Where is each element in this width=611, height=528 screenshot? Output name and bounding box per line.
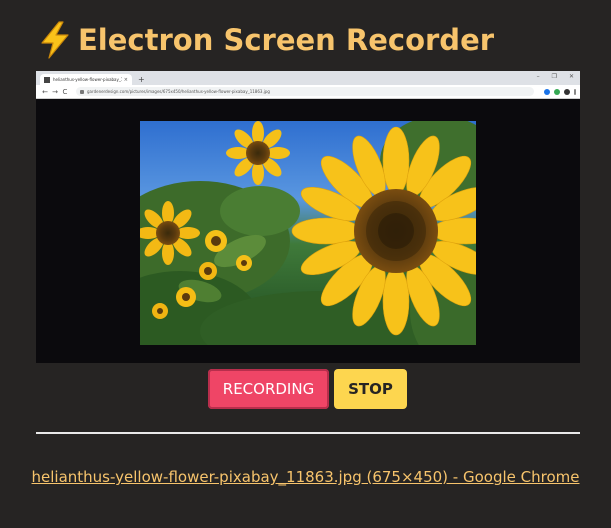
lightning-bolt-icon bbox=[41, 21, 69, 59]
lock-icon bbox=[80, 89, 84, 94]
extension-icon[interactable] bbox=[544, 88, 550, 95]
forward-icon[interactable]: → bbox=[50, 88, 60, 96]
profile-avatar-icon[interactable] bbox=[564, 88, 570, 95]
stop-button[interactable]: STOP bbox=[334, 369, 407, 409]
address-url: gardenerdesign.com/pictures/images/675x4… bbox=[87, 89, 270, 94]
menu-icon[interactable] bbox=[574, 88, 576, 95]
reload-icon[interactable]: C bbox=[60, 88, 70, 96]
new-tab-icon[interactable]: + bbox=[138, 74, 145, 85]
app-title-text: Electron Screen Recorder bbox=[78, 23, 495, 57]
browser-tab[interactable]: helianthus-yellow-flower-pixabay_11863.j… bbox=[40, 74, 132, 85]
close-window-icon[interactable]: ✕ bbox=[569, 73, 574, 80]
window-controls: – ❐ ✕ bbox=[537, 73, 574, 80]
minimize-icon[interactable]: – bbox=[537, 73, 540, 80]
source-select-link[interactable]: helianthus-yellow-flower-pixabay_11863.j… bbox=[0, 468, 611, 486]
recorder-controls: RECORDING STOP bbox=[208, 369, 407, 409]
back-icon[interactable]: ← bbox=[40, 88, 50, 96]
maximize-icon[interactable]: ❐ bbox=[552, 73, 557, 80]
sunflower-image bbox=[140, 121, 476, 345]
divider bbox=[36, 432, 580, 434]
recording-button[interactable]: RECORDING bbox=[208, 369, 329, 409]
browser-tab-strip: helianthus-yellow-flower-pixabay_11863.j… bbox=[36, 71, 580, 85]
extension-icon[interactable] bbox=[554, 88, 560, 95]
browser-toolbar: ← → C gardenerdesign.com/pictures/images… bbox=[36, 85, 580, 99]
browser-tab-title: helianthus-yellow-flower-pixabay_11863.j… bbox=[53, 77, 122, 82]
tab-close-icon[interactable]: × bbox=[124, 77, 128, 83]
screen-preview: helianthus-yellow-flower-pixabay_11863.j… bbox=[36, 71, 580, 363]
favicon-icon bbox=[44, 76, 50, 83]
app-title: Electron Screen Recorder bbox=[38, 18, 494, 62]
address-bar[interactable]: gardenerdesign.com/pictures/images/675x4… bbox=[76, 87, 534, 96]
